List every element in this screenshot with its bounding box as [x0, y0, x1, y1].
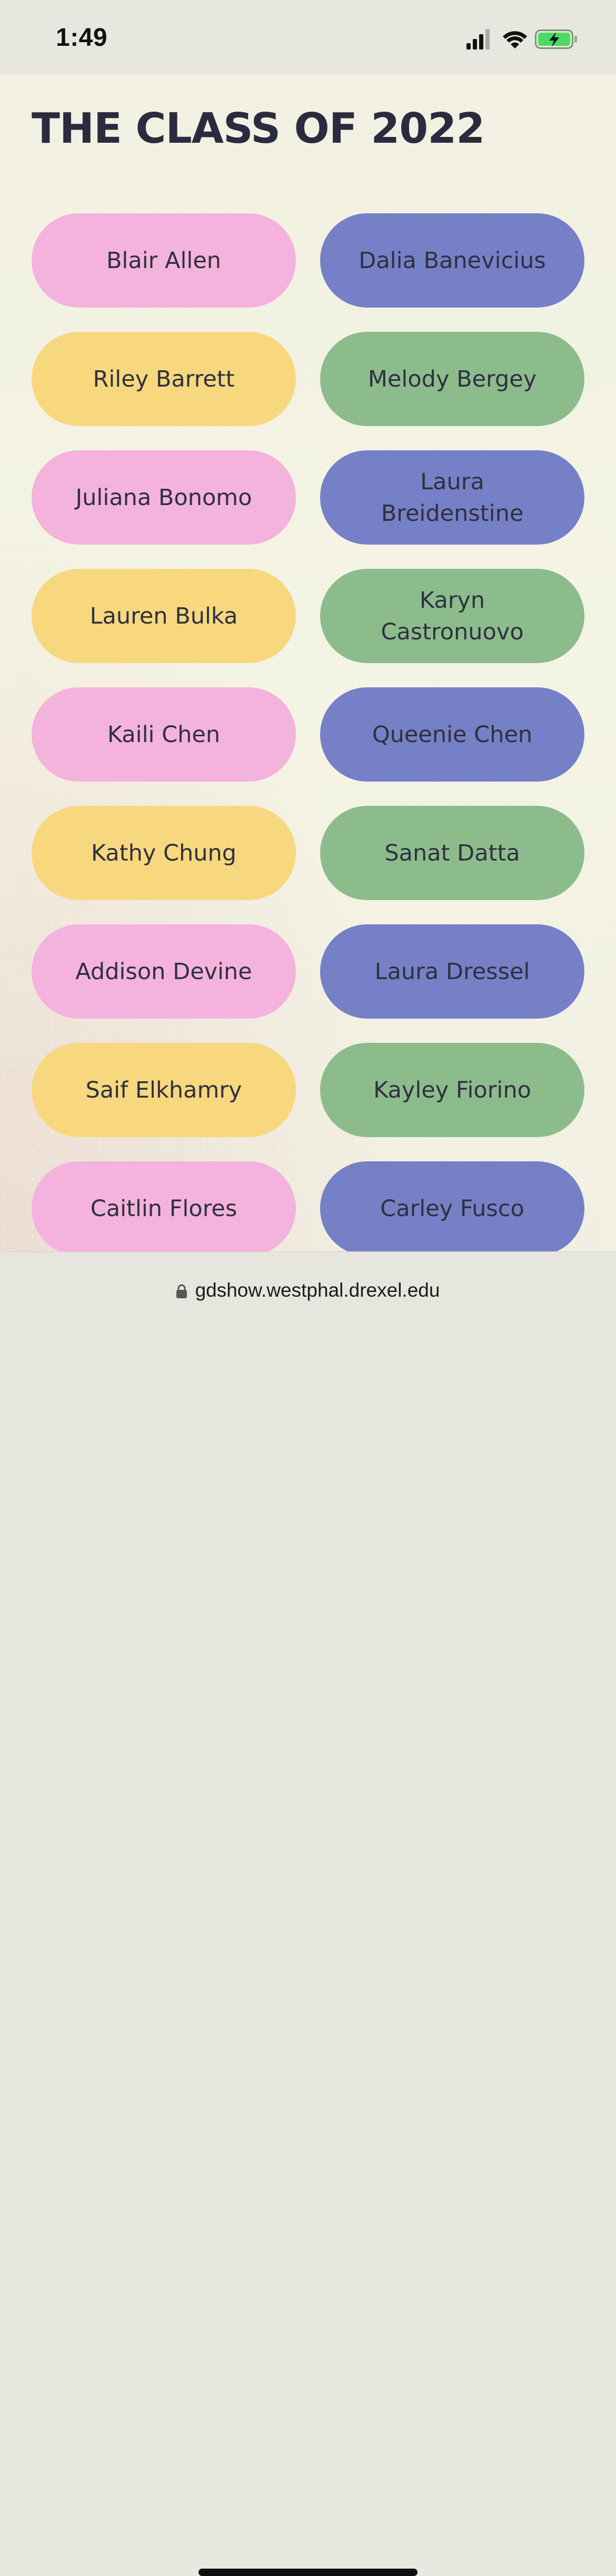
student-name: Melody Bergey — [367, 366, 537, 392]
student-name: Saif Elkhamry — [85, 1077, 242, 1103]
student-name: Carley Fusco — [380, 1195, 524, 1222]
battery-charging-icon — [535, 29, 577, 49]
student-button-laura-dressel[interactable]: Laura Dressel — [320, 924, 584, 1019]
student-name: Karyn Castronuovo — [381, 587, 524, 645]
lock-icon — [176, 1284, 187, 1298]
student-button-riley-barrett[interactable]: Riley Barrett — [32, 332, 296, 426]
student-button-saif-elkhamry[interactable]: Saif Elkhamry — [32, 1043, 296, 1137]
student-name: Laura Dressel — [374, 958, 530, 985]
wifi-icon — [503, 31, 527, 48]
cellular-signal-icon — [466, 29, 490, 50]
student-name: Caitlin Flores — [90, 1195, 237, 1222]
status-icons — [466, 27, 588, 51]
student-button-laura-breidenstine[interactable]: Laura Breidenstine — [320, 450, 584, 545]
student-button-lauren-bulka[interactable]: Lauren Bulka — [32, 569, 296, 663]
student-name: Lauren Bulka — [90, 603, 238, 629]
student-name: Queenie Chen — [372, 721, 533, 748]
status-time: 1:49 — [56, 24, 108, 52]
status-bar: 1:49 — [0, 0, 616, 75]
student-name: Kaili Chen — [107, 721, 221, 748]
student-button-queenie-chen[interactable]: Queenie Chen — [320, 687, 584, 782]
student-name: Kathy Chung — [91, 840, 237, 866]
student-button-dalia-banevicius[interactable]: Dalia Banevicius — [320, 213, 584, 308]
student-button-juliana-bonomo[interactable]: Juliana Bonomo — [32, 450, 296, 545]
student-name: Kayley Fiorino — [373, 1077, 531, 1103]
student-name: Sanat Datta — [384, 840, 520, 866]
home-indicator[interactable] — [198, 2569, 418, 2576]
student-button-karyn-castronuovo[interactable]: Karyn Castronuovo — [320, 569, 584, 663]
page-content: THE CLASS OF 2022 Blair Allen Dalia Bane… — [0, 75, 616, 1251]
student-button-sanat-datta[interactable]: Sanat Datta — [320, 806, 584, 900]
student-name: Blair Allen — [106, 247, 222, 274]
student-name: Dalia Banevicius — [359, 247, 546, 274]
page-title: THE CLASS OF 2022 — [32, 104, 485, 153]
student-name: Riley Barrett — [93, 366, 235, 392]
browser-address-bar[interactable]: gdshow.westphal.drexel.edu — [0, 1251, 616, 2576]
student-button-caitlin-flores[interactable]: Caitlin Flores — [32, 1161, 296, 1251]
student-name: Addison Devine — [75, 958, 252, 985]
student-button-carley-fusco[interactable]: Carley Fusco — [320, 1161, 584, 1251]
student-button-blair-allen[interactable]: Blair Allen — [32, 213, 296, 308]
student-button-melody-bergey[interactable]: Melody Bergey — [320, 332, 584, 426]
student-button-addison-devine[interactable]: Addison Devine — [32, 924, 296, 1019]
student-button-kathy-chung[interactable]: Kathy Chung — [32, 806, 296, 900]
student-button-kaili-chen[interactable]: Kaili Chen — [32, 687, 296, 782]
student-grid: Blair Allen Dalia Banevicius Riley Barre… — [32, 213, 584, 1251]
student-name: Juliana Bonomo — [75, 484, 252, 511]
student-button-kayley-fiorino[interactable]: Kayley Fiorino — [320, 1043, 584, 1137]
url-display[interactable]: gdshow.westphal.drexel.edu — [0, 1279, 616, 1301]
student-name: Laura Breidenstine — [381, 468, 524, 527]
url-text: gdshow.westphal.drexel.edu — [195, 1279, 440, 1301]
